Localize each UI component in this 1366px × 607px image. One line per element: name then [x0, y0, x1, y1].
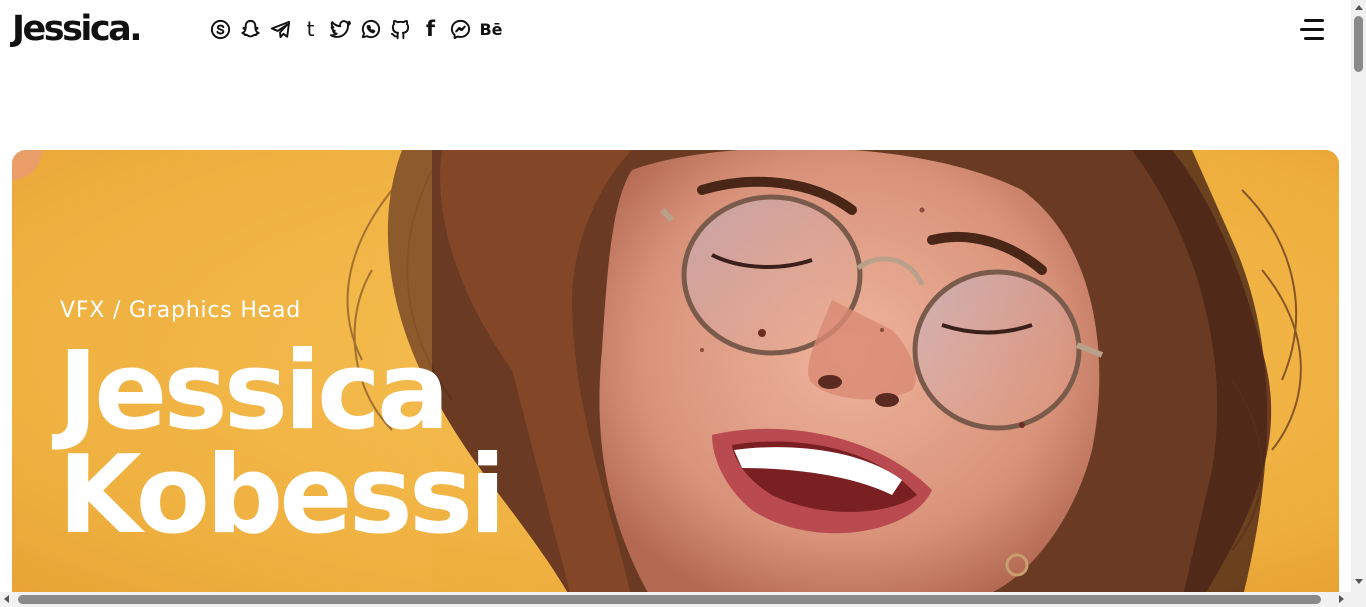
skype-icon[interactable] [208, 17, 233, 42]
scroll-up-arrow[interactable] [1355, 5, 1363, 10]
hero-first-name: Jessica [58, 329, 450, 454]
hero-name: Jessica Kobessi [58, 329, 506, 558]
vertical-scrollbar[interactable] [1351, 0, 1366, 592]
facebook-icon[interactable]: f [418, 17, 443, 42]
telegram-icon[interactable] [268, 17, 293, 42]
whatsapp-icon[interactable] [358, 17, 383, 42]
messenger-icon[interactable] [448, 17, 473, 42]
horizontal-scroll-thumb[interactable] [18, 595, 1321, 604]
tumblr-icon[interactable]: t [298, 17, 323, 42]
scroll-down-arrow[interactable] [1355, 579, 1363, 584]
hero-last-name: Kobessi [58, 433, 506, 558]
facebook-glyph: f [425, 17, 436, 41]
tumblr-glyph: t [306, 17, 315, 41]
hamburger-menu-icon[interactable] [1298, 17, 1324, 41]
vertical-scroll-thumb[interactable] [1354, 16, 1363, 72]
horizontal-scrollbar[interactable] [0, 592, 1351, 607]
behance-icon[interactable]: Bē [478, 17, 504, 42]
github-icon[interactable] [388, 17, 413, 42]
twitter-icon[interactable] [328, 17, 353, 42]
hero-banner: VFX / Graphics Head Jessica Kobessi [12, 150, 1339, 600]
behance-glyph: Bē [479, 19, 503, 39]
menu-line-middle [1300, 28, 1324, 31]
menu-line-bottom [1304, 37, 1324, 40]
menu-line-top [1304, 19, 1324, 22]
site-logo[interactable]: Jessica. [12, 8, 143, 50]
scroll-left-arrow[interactable] [4, 595, 9, 603]
scroll-right-arrow[interactable] [1339, 595, 1344, 603]
snapchat-icon[interactable] [238, 17, 263, 42]
page: Jessica. t f Bē VFX / Graphics Head Jess… [0, 0, 1366, 607]
social-links: t f Bē [208, 14, 504, 44]
hero-subtitle: VFX / Graphics Head [60, 298, 302, 323]
scrollbar-corner [1351, 592, 1366, 607]
